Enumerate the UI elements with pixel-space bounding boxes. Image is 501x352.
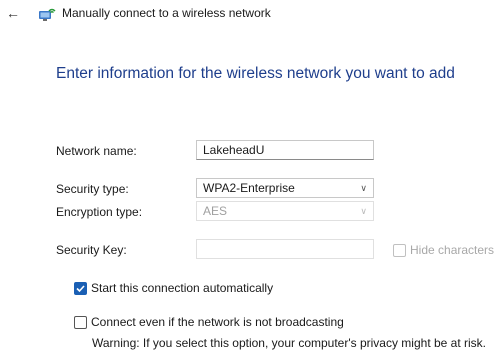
security-type-select[interactable]: WPA2-Enterprise ∨ [196,178,374,198]
hide-characters-checkbox[interactable] [393,244,406,257]
connect-not-broadcasting-label: Connect even if the network is not broad… [91,315,344,329]
security-type-value: WPA2-Enterprise [203,181,295,195]
hide-characters-label: Hide characters [410,243,495,257]
start-automatically-label: Start this connection automatically [91,281,274,295]
network-name-label: Network name: [56,144,137,158]
chevron-down-icon: ∨ [360,206,367,216]
privacy-warning-text: Warning: If you select this option, your… [92,336,487,350]
chevron-down-icon: ∨ [360,183,367,193]
network-icon [38,6,56,22]
page-heading: Enter information for the wireless netwo… [56,65,455,82]
security-type-label: Security type: [56,182,129,196]
connect-not-broadcasting-checkbox[interactable] [74,316,87,329]
start-automatically-checkbox[interactable] [74,282,87,295]
window-title: Manually connect to a wireless network [62,6,271,20]
encryption-type-select[interactable]: AES ∨ [196,201,374,221]
network-name-input[interactable]: LakeheadU [196,140,374,160]
encryption-type-label: Encryption type: [56,205,143,219]
encryption-type-value: AES [203,204,228,218]
back-arrow-icon[interactable]: ← [5,3,21,23]
network-name-value: LakeheadU [203,143,265,157]
checkmark-icon [76,285,85,293]
security-key-input[interactable] [196,239,374,259]
security-key-label: Security Key: [56,243,127,257]
